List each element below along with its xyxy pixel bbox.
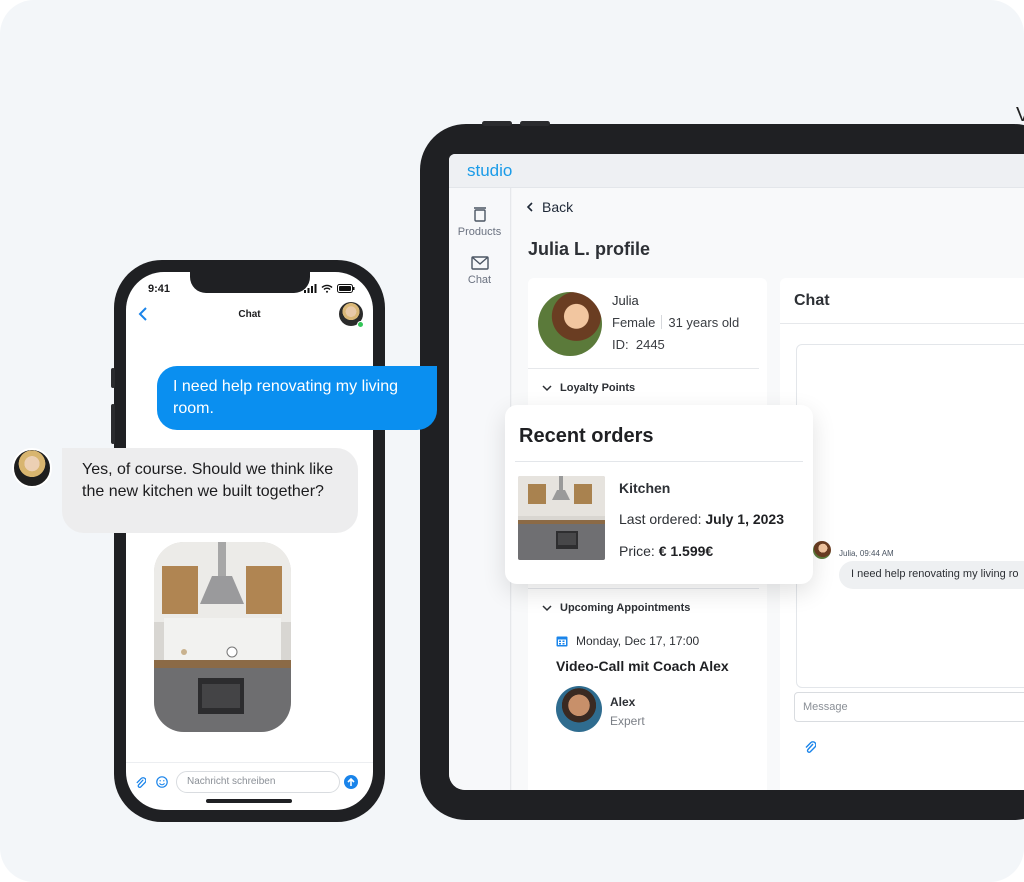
loyalty-points-label: Loyalty Points (560, 382, 636, 394)
chevron-left-icon (526, 202, 533, 212)
chat-panel-title: Chat (780, 278, 1024, 324)
sidebar-item-products[interactable]: Products (449, 206, 510, 238)
arrow-up-icon (347, 777, 355, 786)
chevron-down-icon (542, 384, 552, 391)
kitchen-photo[interactable] (154, 542, 291, 732)
home-indicator (206, 799, 292, 803)
divider (515, 461, 803, 462)
profile-id: ID: 2445 (612, 337, 665, 352)
appointments-label: Upcoming Appointments (560, 602, 691, 614)
message-avatar (813, 541, 831, 559)
app-header: studio (449, 154, 1024, 188)
divider (126, 762, 373, 763)
send-button[interactable] (344, 775, 358, 789)
profile-demographics: Female 31 years old (612, 315, 739, 330)
divider (528, 588, 759, 589)
appointment-title: Video-Call mit Coach Alex (556, 658, 729, 674)
sidebar-item-chat[interactable]: Chat (449, 256, 510, 286)
phone-message-input[interactable]: Nachricht schreiben (176, 771, 340, 793)
edge-glyph: V (1016, 104, 1024, 126)
order-last-ordered: Last ordered: July 1, 2023 (619, 511, 784, 527)
profile-id-value: 2445 (635, 337, 665, 352)
chat-panel: Chat Julia, 09:44 AM I need help renovat… (780, 278, 1024, 790)
paperclip-icon[interactable] (804, 740, 816, 754)
phone-device: 9:41 Chat Nachricht schreiben (111, 260, 385, 822)
divider (661, 315, 663, 329)
paperclip-icon[interactable] (135, 776, 146, 789)
phone-nav-bar: Chat (126, 300, 373, 332)
incoming-message-bubble: Yes, of course. Should we think like the… (62, 448, 358, 533)
appointments-toggle[interactable]: Upcoming Appointments (542, 602, 690, 614)
tablet-volume-button (520, 121, 550, 126)
recent-orders-card: Recent orders Kitchen Last ordered: July… (505, 405, 813, 584)
last-ordered-label: Last ordered: (619, 511, 702, 527)
phone-notch (190, 272, 310, 293)
sidebar-item-label: Products (457, 226, 502, 238)
divider (528, 368, 759, 369)
tablet-volume-button (482, 121, 512, 126)
calendar-icon (556, 636, 568, 647)
agent-avatar (12, 448, 52, 488)
phone-side-button (111, 404, 115, 444)
message-meta: Julia, 09:44 AM (839, 549, 894, 558)
profile-id-label: ID: (612, 337, 629, 352)
message-input[interactable]: Message (794, 692, 1024, 722)
coach-role: Expert (610, 714, 645, 728)
trash-bin-icon (473, 207, 486, 222)
marketing-stage: studio Products Chat Back Julia L. profi… (0, 0, 1024, 882)
loyalty-points-toggle[interactable]: Loyalty Points (542, 382, 635, 394)
order-price: Price: € 1.599€ (619, 543, 713, 559)
message-bubble: I need help renovating my living ro (839, 561, 1024, 589)
profile-age: 31 years old (668, 315, 740, 330)
sidebar: Products Chat (449, 188, 511, 790)
coach-name: Alex (610, 695, 636, 709)
last-ordered-value: July 1, 2023 (705, 511, 785, 527)
status-time: 9:41 (148, 283, 171, 295)
phone-side-button (111, 368, 115, 388)
online-indicator (357, 321, 364, 328)
signal-icon (304, 284, 317, 293)
chevron-down-icon (542, 604, 552, 611)
profile-gender: Female (612, 315, 656, 330)
status-icons (304, 284, 355, 293)
sidebar-item-label: Chat (467, 274, 492, 286)
chat-messages: Julia, 09:44 AM I need help renovating m… (796, 344, 1024, 688)
kitchen-image (518, 476, 605, 560)
recent-orders-title: Recent orders (519, 425, 654, 447)
mail-icon (470, 256, 489, 270)
outgoing-message-bubble: I need help renovating my living room. (157, 366, 437, 430)
appointment-date-text: Monday, Dec 17, 17:00 (576, 634, 700, 648)
phone-screen: 9:41 Chat Nachricht schreiben (126, 272, 373, 810)
phone-nav-title: Chat (238, 309, 261, 320)
wifi-icon (321, 284, 333, 293)
back-label: Back (542, 199, 574, 215)
appointment-date: Monday, Dec 17, 17:00 (556, 634, 699, 648)
page-title: Julia L. profile (528, 239, 651, 259)
price-value: € 1.599€ (658, 543, 714, 559)
profile-avatar (538, 292, 602, 356)
price-label: Price: (619, 543, 655, 559)
profile-name: Julia (612, 293, 639, 308)
emoji-icon[interactable] (156, 776, 168, 788)
coach-avatar (556, 686, 602, 732)
battery-icon (337, 284, 355, 293)
order-item-name: Kitchen (619, 480, 671, 496)
brand-logo[interactable]: studio (467, 161, 512, 181)
back-button[interactable]: Back (526, 199, 573, 215)
